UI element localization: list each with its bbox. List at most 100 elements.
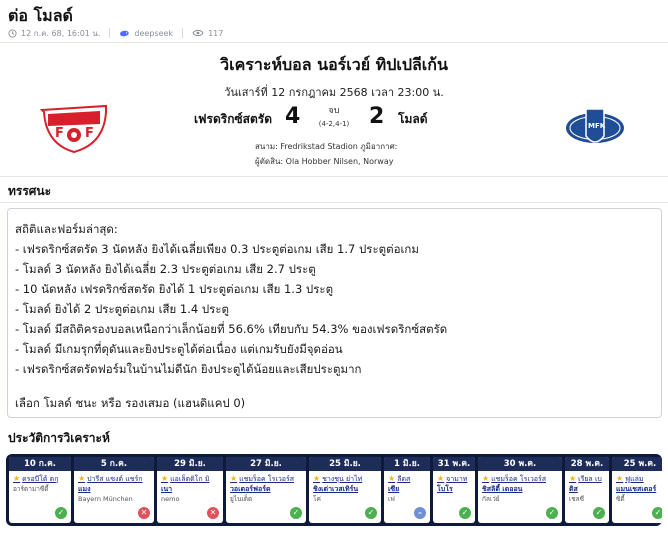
star-icon: ★ <box>482 474 490 483</box>
history-card-team-line[interactable]: ★ จามาท <box>437 474 471 484</box>
result-loss-icon: ✕ <box>207 507 219 519</box>
star-icon: ★ <box>388 474 396 483</box>
history-card-team[interactable]: จามาท <box>446 475 467 483</box>
history-card-opponent: โค่ <box>313 495 321 503</box>
home-team-logo: F F <box>38 104 110 154</box>
referee: ผู้ตัดสิน: Ola Hobber Nilsen, Norway <box>255 157 394 166</box>
history-card-team[interactable]: ปารีส แซงต์ แชร์ก <box>87 475 142 483</box>
history-card-date: 5 ก.ค. <box>74 457 154 471</box>
home-team-name[interactable]: เฟรดริกซ์สตรัด <box>194 110 272 129</box>
history-card-team[interactable]: ชางชุน ย่าไท่ <box>322 475 362 483</box>
history-card-team[interactable]: ลีดส <box>397 475 410 483</box>
analysis-line: - โมลด์ 3 นัดหลัง ยิงได้เฉลี่ย 2.3 ประตู… <box>15 262 316 276</box>
header-divider <box>0 42 668 43</box>
history-card-body: ★ ฟูแล่ม แมนเชสเตอร์ ซิตี้ <box>612 471 662 504</box>
history-card-pick[interactable]: เซีย <box>388 484 426 494</box>
history-card-team[interactable]: แชมร็อค โรเวอร์ส <box>239 475 294 483</box>
away-team-logo: MFK <box>562 106 628 150</box>
history-card-team-line[interactable]: ★ ฟูแล่ม <box>616 474 662 484</box>
history-card-body: ★ แชมร็อค โรเวอร์ส ชิสลิตี้ เดออน กัลเว่ย์ <box>478 471 562 504</box>
history-card-date: 10 ก.ค. <box>9 457 71 471</box>
match-title: วิเคราะห์บอล นอร์เวย์ ทิปเปลีเก้น <box>220 55 448 74</box>
history-card-team-line[interactable]: ★ แอเล็ตติโก มิ <box>161 474 219 484</box>
history-card-date: 25 มิ.ย. <box>309 457 381 471</box>
history-card[interactable]: 10 ก.ค. ★ ดรอบีโต้ ตกุ อาร์ดามาซีดี้ ✓ <box>9 457 71 523</box>
section-divider <box>0 202 668 203</box>
whale-icon <box>120 30 130 36</box>
meta-divider <box>109 28 111 38</box>
star-icon: ★ <box>569 474 577 483</box>
star-icon: ★ <box>230 474 238 483</box>
svg-text:F: F <box>55 126 64 141</box>
history-card-team[interactable]: แอเล็ตติโก มิ <box>170 475 209 483</box>
history-card-team[interactable]: เรียล เบ <box>578 475 602 483</box>
history-bar[interactable]: 10 ก.ค. ★ ดรอบีโต้ ตกุ อาร์ดามาซีดี้ ✓ 5 ก.ค.… <box>6 454 662 526</box>
history-card[interactable]: 27 มิ.ย. ★ แชมร็อค โรเวอร์ส วอเตอร์ฟอร์ด ยูไ… <box>226 457 306 523</box>
history-card-date: 25 พ.ค. <box>612 457 662 471</box>
history-card-pick[interactable]: ชิสลิตี้ เดออน <box>482 484 558 494</box>
star-icon: ★ <box>616 474 624 483</box>
svg-text:MFK: MFK <box>588 122 606 130</box>
history-card-team[interactable]: ฟูแล่ม <box>625 475 643 483</box>
star-icon: ★ <box>13 474 21 483</box>
analysis-heading: ทรรศนะ <box>8 184 52 198</box>
home-team-score: 4 <box>285 104 301 129</box>
result-win-icon: ✓ <box>652 507 662 519</box>
history-card[interactable]: 25 พ.ค. ★ ฟูแล่ม แมนเชสเตอร์ ซิตี้ ✓ <box>612 457 662 523</box>
history-card-pick[interactable]: ชิงเต่าเวสเทิร์น <box>313 484 377 494</box>
history-card-team-line[interactable]: ★ ปารีส แซงต์ แชร์ก <box>78 474 150 484</box>
analysis-box: สถิติและฟอร์มล่าสุด: - เฟรดริกซ์สตรัด 3 … <box>7 208 662 418</box>
history-card-team-line[interactable]: ★ แชมร็อค โรเวอร์ส <box>482 474 558 484</box>
section-divider <box>0 176 668 177</box>
history-card[interactable]: 5 ก.ค. ★ ปารีส แซงต์ แชร์ก แมง Bayern Münche… <box>74 457 154 523</box>
history-card-team-line[interactable]: ★ แชมร็อค โรเวอร์ส <box>230 474 302 484</box>
history-card-pick[interactable]: แมง <box>78 484 150 494</box>
history-card-opponent: เฟ <box>388 495 395 503</box>
history-card-body: ★ เรียล เบ ติส เชลซี <box>565 471 609 504</box>
history-card-body: ★ ปารีส แซงต์ แชร์ก แมง Bayern München <box>74 471 154 504</box>
eye-icon <box>192 29 204 37</box>
history-card[interactable]: 29 มิ.ย. ★ แอเล็ตติโก มิ เนา nemo ✕ <box>157 457 223 523</box>
history-card-opponent: Bayern München <box>78 495 133 503</box>
history-card-pick[interactable]: ติส <box>569 484 605 494</box>
history-card-team[interactable]: ดรอบีโต้ ตกุ <box>22 475 58 483</box>
history-card-opponent: ยูไนเต็ด <box>230 495 253 503</box>
halftime-score: (4-2,4-1) <box>318 120 350 128</box>
history-card-body: ★ ลีดส เซีย เฟ <box>384 471 430 504</box>
history-card-opponent: กัลเว่ย์ <box>482 495 500 503</box>
venue: สนาม: Fredrikstad Stadion ภูมิอากาศ: <box>255 142 398 151</box>
history-card-team-line[interactable]: ★ ดรอบีโต้ ตกุ <box>13 474 67 484</box>
history-card-body: ★ แชมร็อค โรเวอร์ส วอเตอร์ฟอร์ด ยูไนเต็ด <box>226 471 306 504</box>
history-card-pick[interactable]: เนา <box>161 484 219 494</box>
analysis-spacer <box>15 379 661 393</box>
analysis-line: - 10 นัดหลัง เฟรดริกซ์สตรัด ยิงได้ 1 ประ… <box>15 282 334 296</box>
author-name[interactable]: deepseek <box>134 29 173 38</box>
svg-text:F: F <box>85 126 94 141</box>
history-card-pick[interactable]: วอเตอร์ฟอร์ด <box>230 484 302 494</box>
history-card-team-line[interactable]: ★ ลีดส <box>388 474 426 484</box>
analysis-line: - เฟรดริกซ์สตรัดฟอร์มในบ้านไม่ดีนัก ยิงป… <box>15 362 362 376</box>
history-card[interactable]: 30 พ.ค. ★ แชมร็อค โรเวอร์ส ชิสลิตี้ เดออน กั… <box>478 457 562 523</box>
history-card[interactable]: 1 มิ.ย. ★ ลีดส เซีย เฟ – <box>384 457 430 523</box>
history-card[interactable]: 28 พ.ค. ★ เรียล เบ ติส เชลซี ✓ <box>565 457 609 523</box>
history-card-date: 28 พ.ค. <box>565 457 609 471</box>
history-card[interactable]: 31 พ.ค. ★ จามาท โบโร ✓ <box>433 457 475 523</box>
history-card-opponent: nemo <box>161 495 180 503</box>
history-card[interactable]: 25 มิ.ย. ★ ชางชุน ย่าไท่ ชิงเต่าเวสเทิร์น โค… <box>309 457 381 523</box>
history-card-date: 30 พ.ค. <box>478 457 562 471</box>
history-card-team-line[interactable]: ★ เรียล เบ <box>569 474 605 484</box>
history-card-pick[interactable]: แมนเชสเตอร์ <box>616 484 662 494</box>
history-card-date: 1 มิ.ย. <box>384 457 430 471</box>
history-card-date: 29 มิ.ย. <box>157 457 223 471</box>
away-team-name[interactable]: โมลด์ <box>398 110 428 129</box>
meta-author[interactable]: deepseek <box>119 29 173 38</box>
analysis-conclusion: เลือก โมลด์ ชนะ หรือ รองเสมอ (แฮนดิแคป 0… <box>15 396 246 410</box>
history-card-team[interactable]: แชมร็อค โรเวอร์ส <box>491 475 546 483</box>
analysis-line: สถิติและฟอร์มล่าสุด: <box>15 222 118 236</box>
star-icon: ★ <box>313 474 321 483</box>
history-card-date: 31 พ.ค. <box>433 457 475 471</box>
history-card-pick[interactable]: โบโร <box>437 484 471 494</box>
result-win-icon: ✓ <box>290 507 302 519</box>
history-card-date: 27 มิ.ย. <box>226 457 306 471</box>
history-card-team-line[interactable]: ★ ชางชุน ย่าไท่ <box>313 474 377 484</box>
